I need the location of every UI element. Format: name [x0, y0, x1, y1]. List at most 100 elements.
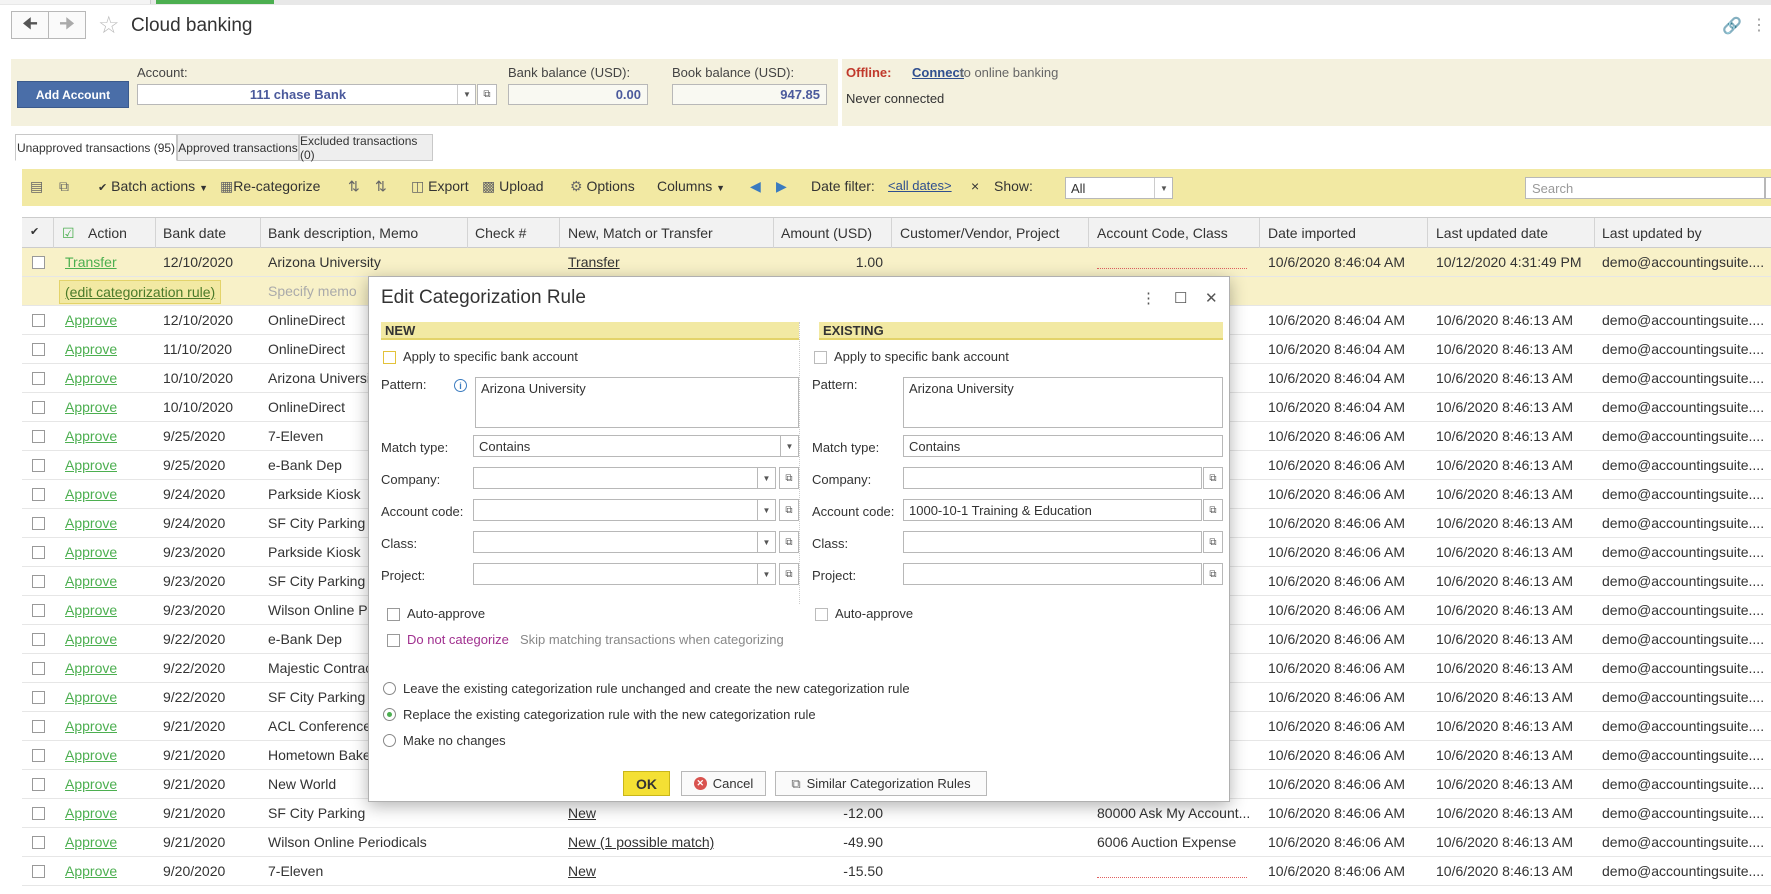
- favorite-star-icon[interactable]: ☆: [98, 11, 120, 40]
- chevron-down-icon[interactable]: ▼: [457, 85, 476, 104]
- tab-unapproved[interactable]: Unapproved transactions (95): [15, 134, 177, 161]
- row-checkbox[interactable]: [32, 865, 45, 878]
- top-tab[interactable]: [0, 0, 151, 4]
- transfer-link[interactable]: Transfer: [65, 254, 117, 270]
- approve-link[interactable]: Approve: [65, 660, 117, 676]
- match-link[interactable]: New: [568, 805, 596, 821]
- close-icon[interactable]: ✕: [1205, 289, 1218, 307]
- memo-input[interactable]: Specify memo: [268, 283, 357, 299]
- open-icon[interactable]: ⧉: [779, 467, 799, 489]
- match-link[interactable]: New: [568, 863, 596, 879]
- row-checkbox[interactable]: [32, 343, 45, 356]
- row-checkbox[interactable]: [32, 691, 45, 704]
- open-icon[interactable]: ⧉: [1203, 563, 1223, 585]
- approve-link[interactable]: Approve: [65, 573, 117, 589]
- check-all-icon[interactable]: ✔: [30, 225, 39, 238]
- approve-link[interactable]: Approve: [65, 776, 117, 792]
- match-link[interactable]: New (1 possible match): [568, 834, 714, 850]
- new-pattern-input[interactable]: Arizona University: [475, 377, 799, 428]
- date-filter-link[interactable]: <all dates>: [888, 178, 952, 193]
- new-class-input[interactable]: [473, 531, 758, 553]
- open-icon[interactable]: ⧉: [1203, 499, 1223, 521]
- open-icon[interactable]: ⧉: [779, 563, 799, 585]
- recategorize-button[interactable]: ▦Re-categorize: [220, 178, 320, 195]
- col-date-imported[interactable]: Date imported: [1268, 225, 1356, 241]
- open-icon[interactable]: ⧉: [1203, 467, 1223, 489]
- tab-approved[interactable]: Approved transactions: [177, 134, 299, 161]
- approve-link[interactable]: Approve: [65, 718, 117, 734]
- table-row[interactable]: Approve 9/21/2020 Wilson Online Periodical…: [22, 828, 1771, 857]
- more-menu-icon[interactable]: ⋮: [1751, 15, 1767, 35]
- account-select[interactable]: 111 chase Bank ▼: [137, 84, 476, 105]
- col-match[interactable]: New, Match or Transfer: [568, 225, 713, 241]
- option-no-changes-label[interactable]: Make no changes: [403, 733, 506, 748]
- row-checkbox[interactable]: [32, 546, 45, 559]
- row-checkbox[interactable]: [32, 720, 45, 733]
- row-checkbox[interactable]: [32, 488, 45, 501]
- row-checkbox[interactable]: [32, 836, 45, 849]
- select-all-icon[interactable]: ▤: [30, 178, 43, 195]
- row-checkbox[interactable]: [32, 430, 45, 443]
- top-tab-active[interactable]: [156, 0, 274, 4]
- row-checkbox[interactable]: [32, 314, 45, 327]
- option-leave-label[interactable]: Leave the existing categorization rule u…: [403, 681, 910, 696]
- columns-button[interactable]: Columns ▼: [657, 178, 725, 194]
- arrow-left-icon[interactable]: ◀: [750, 178, 761, 195]
- ok-button[interactable]: OK: [623, 771, 670, 796]
- col-customer[interactable]: Customer/Vendor, Project: [900, 225, 1060, 241]
- col-description[interactable]: Bank description, Memo: [268, 225, 418, 241]
- batch-actions-button[interactable]: ✔ Batch actions ▼: [98, 178, 208, 194]
- col-bank-date[interactable]: Bank date: [163, 225, 226, 241]
- row-checkbox[interactable]: [32, 459, 45, 472]
- similar-rules-button[interactable]: ⧉ Similar Categorization Rules: [775, 771, 987, 796]
- open-icon[interactable]: ⧉: [1203, 531, 1223, 553]
- sort-ascending-icon[interactable]: ⇅: [348, 178, 360, 195]
- upload-button[interactable]: ▩ Upload: [482, 178, 544, 195]
- approve-link[interactable]: Approve: [65, 602, 117, 618]
- approve-link[interactable]: Approve: [65, 834, 117, 850]
- col-last-updated[interactable]: Last updated date: [1436, 225, 1548, 241]
- options-button[interactable]: ⚙ Options: [570, 178, 635, 195]
- row-checkbox[interactable]: [32, 604, 45, 617]
- back-button[interactable]: 🠈: [11, 11, 49, 39]
- show-select[interactable]: All ▼: [1065, 177, 1173, 199]
- chevron-down-icon[interactable]: ▼: [758, 499, 776, 521]
- new-project-input[interactable]: [473, 563, 758, 585]
- sort-descending-icon[interactable]: ⇅: [375, 178, 387, 195]
- approve-link[interactable]: Approve: [65, 399, 117, 415]
- chevron-down-icon[interactable]: ▼: [758, 531, 776, 553]
- option-replace-radio[interactable]: [383, 708, 396, 721]
- approve-link[interactable]: Approve: [65, 515, 117, 531]
- connect-link[interactable]: Connect: [912, 65, 964, 80]
- row-checkbox[interactable]: [32, 575, 45, 588]
- clear-search-button[interactable]: ×: [1765, 177, 1771, 199]
- new-match-type-select[interactable]: Contains: [473, 435, 781, 457]
- approve-link[interactable]: Approve: [65, 457, 117, 473]
- more-menu-icon[interactable]: ⋮: [1141, 289, 1156, 307]
- info-icon[interactable]: i: [454, 379, 467, 392]
- row-checkbox[interactable]: [32, 807, 45, 820]
- approve-link[interactable]: Approve: [65, 312, 117, 328]
- add-account-button[interactable]: Add Account: [17, 81, 129, 108]
- tab-excluded[interactable]: Excluded transactions (0): [299, 134, 433, 162]
- approve-link[interactable]: Approve: [65, 544, 117, 560]
- export-button[interactable]: ◫ Export: [411, 178, 469, 195]
- clear-date-filter-button[interactable]: ×: [971, 178, 979, 194]
- table-row[interactable]: Approve 9/20/2020 7-Eleven New -15.50 10/6/20…: [22, 857, 1771, 886]
- approve-link[interactable]: Approve: [65, 689, 117, 705]
- new-auto-approve-checkbox[interactable]: [387, 608, 400, 621]
- col-action[interactable]: Action: [88, 225, 127, 241]
- cancel-button[interactable]: ✕ Cancel: [681, 771, 766, 796]
- row-checkbox[interactable]: [32, 517, 45, 530]
- new-account-code-input[interactable]: [473, 499, 758, 521]
- row-checkbox[interactable]: [32, 372, 45, 385]
- approve-link[interactable]: Approve: [65, 863, 117, 879]
- col-check[interactable]: Check #: [475, 225, 526, 241]
- option-leave-radio[interactable]: [383, 682, 396, 695]
- approve-link[interactable]: Approve: [65, 341, 117, 357]
- table-row-selected[interactable]: Transfer 12/10/2020 Arizona University T…: [22, 248, 1771, 277]
- approve-link[interactable]: Approve: [65, 805, 117, 821]
- row-checkbox[interactable]: [32, 662, 45, 675]
- approve-link[interactable]: Approve: [65, 370, 117, 386]
- col-account-code[interactable]: Account Code, Class: [1097, 225, 1228, 241]
